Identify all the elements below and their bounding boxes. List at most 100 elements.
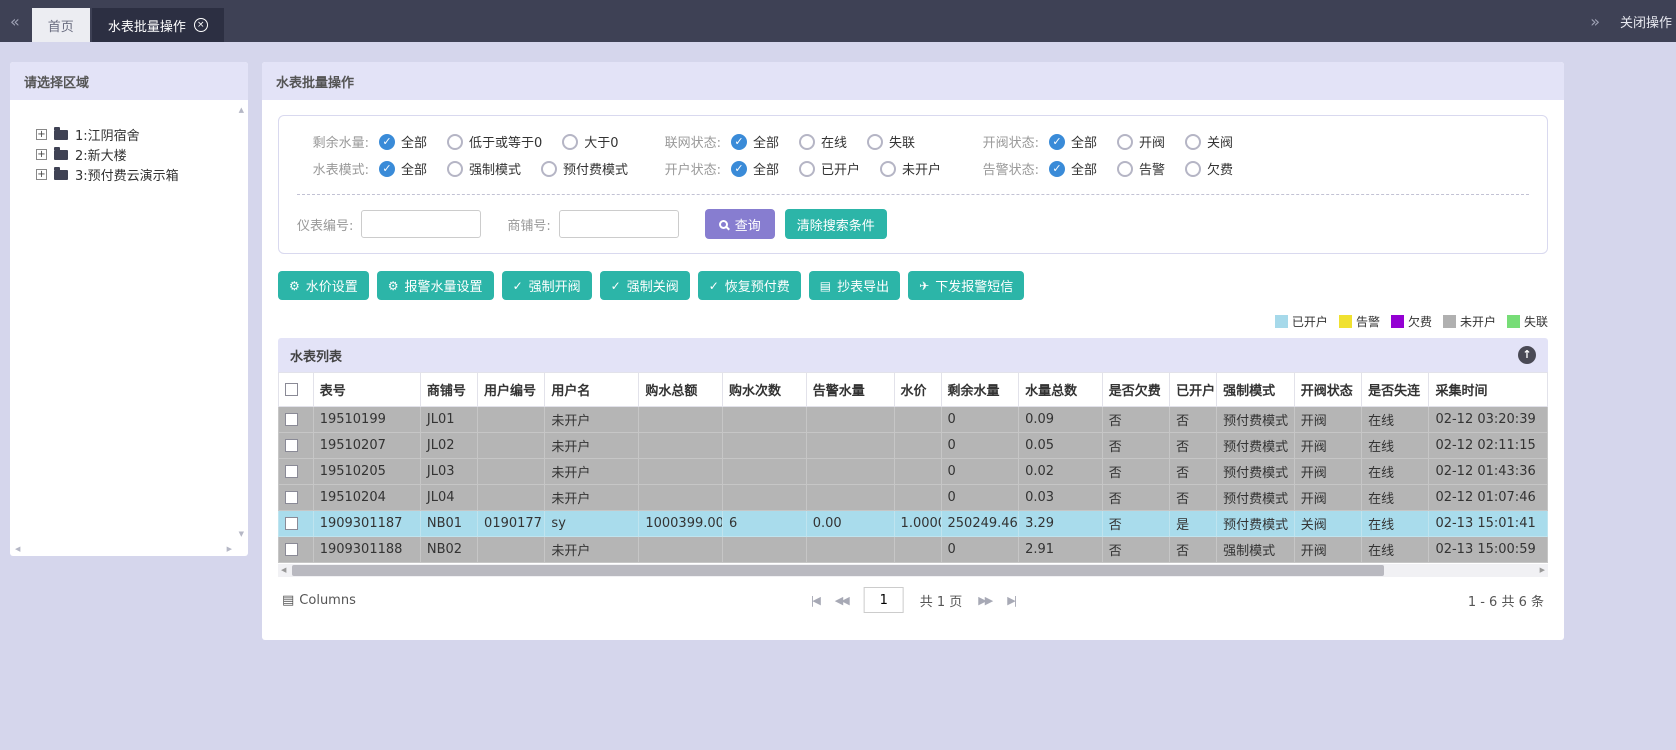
radio-icon[interactable]: [1117, 161, 1133, 177]
radio-icon[interactable]: [799, 134, 815, 150]
table-row[interactable]: 19510204JL04未开户00.03否否预付费模式开阀在线02-12 01:…: [279, 485, 1548, 511]
radio-checked-icon[interactable]: ✓: [379, 134, 395, 150]
radio-icon[interactable]: [1185, 134, 1201, 150]
first-page-icon[interactable]: |◀: [811, 594, 819, 607]
radio-option[interactable]: ✓全部: [379, 159, 427, 178]
table-row[interactable]: 19510205JL03未开户00.02否否预付费模式开阀在线02-12 01:…: [279, 459, 1548, 485]
radio-icon[interactable]: [447, 134, 463, 150]
meter-no-input[interactable]: [361, 210, 481, 238]
table-cell: JL02: [420, 433, 477, 459]
radio-icon[interactable]: [1117, 134, 1133, 150]
radio-option[interactable]: 大于0: [562, 132, 618, 151]
table-cell: 在线: [1362, 433, 1429, 459]
expand-icon[interactable]: +: [36, 129, 47, 140]
row-checkbox[interactable]: [285, 465, 298, 478]
scrollbar-up-icon[interactable]: ▲: [239, 106, 244, 114]
restore-prepaid-button[interactable]: ✓恢复预付费: [698, 271, 801, 300]
scrollbar-left-icon[interactable]: ◀: [15, 545, 20, 553]
table-row[interactable]: 19510207JL02未开户00.05否否预付费模式开阀在线02-12 02:…: [279, 433, 1548, 459]
radio-icon[interactable]: [799, 161, 815, 177]
radio-icon[interactable]: [880, 161, 896, 177]
table-row[interactable]: 19510199JL01未开户00.09否否预付费模式开阀在线02-12 03:…: [279, 407, 1548, 433]
water-price-settings-button[interactable]: ⚙水价设置: [278, 271, 369, 300]
radio-option[interactable]: 低于或等于0: [447, 132, 542, 151]
table-row[interactable]: 1909301188NB02未开户02.91否否强制模式开阀在线02-13 15…: [279, 537, 1548, 563]
radio-option-label: 大于0: [584, 132, 618, 151]
expand-icon[interactable]: +: [36, 149, 47, 160]
page-number-input[interactable]: [864, 587, 904, 613]
table-cell: 开阀: [1294, 433, 1361, 459]
filter-group: 开户状态:✓全部已开户未开户: [649, 159, 967, 178]
radio-checked-icon[interactable]: ✓: [379, 161, 395, 177]
table-row[interactable]: 1909301187NB010190177sy1000399.0060.001.…: [279, 511, 1548, 537]
scroll-tabs-right-icon[interactable]: »: [1590, 12, 1600, 31]
tab-active-label: 水表批量操作: [108, 16, 186, 35]
last-page-icon[interactable]: ▶|: [1007, 594, 1015, 607]
send-alarm-sms-button[interactable]: ✈下发报警短信: [908, 271, 1024, 300]
prev-page-icon[interactable]: ◀◀: [835, 594, 848, 607]
tree-item[interactable]: +1:江阴宿舍: [36, 124, 242, 144]
tree-item[interactable]: +2:新大楼: [36, 144, 242, 164]
scroll-left-icon[interactable]: ◀: [281, 566, 286, 574]
shop-no-input[interactable]: [559, 210, 679, 238]
tree-item[interactable]: +3:预付费云演示箱: [36, 164, 242, 184]
table-cell: [894, 433, 941, 459]
scroll-right-icon[interactable]: ▶: [1540, 566, 1545, 574]
shop-no-label: 商铺号:: [507, 215, 550, 234]
radio-option[interactable]: ✓全部: [731, 132, 779, 151]
radio-option[interactable]: ✓全部: [731, 159, 779, 178]
row-checkbox[interactable]: [285, 439, 298, 452]
radio-option[interactable]: 预付费模式: [541, 159, 628, 178]
refresh-icon[interactable]: ↑: [1518, 346, 1536, 364]
scrollbar-down-icon[interactable]: ▼: [239, 530, 244, 538]
radio-checked-icon[interactable]: ✓: [1049, 161, 1065, 177]
radio-icon[interactable]: [1185, 161, 1201, 177]
row-checkbox[interactable]: [285, 491, 298, 504]
column-header: 用户名: [545, 373, 639, 407]
row-checkbox[interactable]: [285, 517, 298, 530]
select-all-checkbox[interactable]: [285, 383, 298, 396]
radio-option[interactable]: 已开户: [799, 159, 860, 178]
radio-option[interactable]: 强制模式: [447, 159, 521, 178]
table-cell: 预付费模式: [1217, 511, 1295, 537]
search-button[interactable]: 查询: [705, 209, 775, 239]
close-operations-button[interactable]: 关闭操作: [1620, 12, 1672, 31]
radio-option[interactable]: 关阀: [1185, 132, 1233, 151]
radio-checked-icon[interactable]: ✓: [731, 161, 747, 177]
radio-icon[interactable]: [541, 161, 557, 177]
radio-option[interactable]: 在线: [799, 132, 847, 151]
row-checkbox[interactable]: [285, 413, 298, 426]
expand-icon[interactable]: +: [36, 169, 47, 180]
alarm-volume-settings-button[interactable]: ⚙报警水量设置: [377, 271, 494, 300]
radio-icon[interactable]: [867, 134, 883, 150]
close-tab-icon[interactable]: ×: [194, 18, 208, 32]
tab-water-meter-batch[interactable]: 水表批量操作 ×: [92, 8, 224, 42]
radio-option[interactable]: 开阀: [1117, 132, 1165, 151]
meter-export-button[interactable]: ▤抄表导出: [809, 271, 900, 300]
row-checkbox[interactable]: [285, 543, 298, 556]
scroll-tabs-left-icon[interactable]: «: [10, 12, 20, 31]
radio-icon[interactable]: [562, 134, 578, 150]
column-header: 表号: [313, 373, 420, 407]
radio-option[interactable]: 告警: [1117, 159, 1165, 178]
folder-icon: [54, 170, 68, 180]
force-close-valve-button[interactable]: ✓强制关阀: [600, 271, 690, 300]
radio-option[interactable]: 欠费: [1185, 159, 1233, 178]
radio-icon[interactable]: [447, 161, 463, 177]
radio-option[interactable]: ✓全部: [1049, 159, 1097, 178]
radio-option[interactable]: ✓全部: [379, 132, 427, 151]
horizontal-scrollbar[interactable]: ◀ ▶: [278, 564, 1548, 577]
table-cell: 250249.46: [941, 511, 1019, 537]
scrollbar-thumb[interactable]: [292, 565, 1384, 576]
scrollbar-right-icon[interactable]: ▶: [227, 545, 232, 553]
next-page-icon[interactable]: ▶▶: [978, 594, 991, 607]
force-open-valve-button[interactable]: ✓强制开阀: [502, 271, 592, 300]
tab-home[interactable]: 首页: [32, 8, 90, 42]
radio-option[interactable]: ✓全部: [1049, 132, 1097, 151]
radio-checked-icon[interactable]: ✓: [1049, 134, 1065, 150]
columns-button[interactable]: ▤ Columns: [282, 593, 356, 608]
clear-search-button[interactable]: 清除搜索条件: [785, 209, 887, 239]
radio-option[interactable]: 未开户: [880, 159, 941, 178]
radio-checked-icon[interactable]: ✓: [731, 134, 747, 150]
radio-option[interactable]: 失联: [867, 132, 915, 151]
